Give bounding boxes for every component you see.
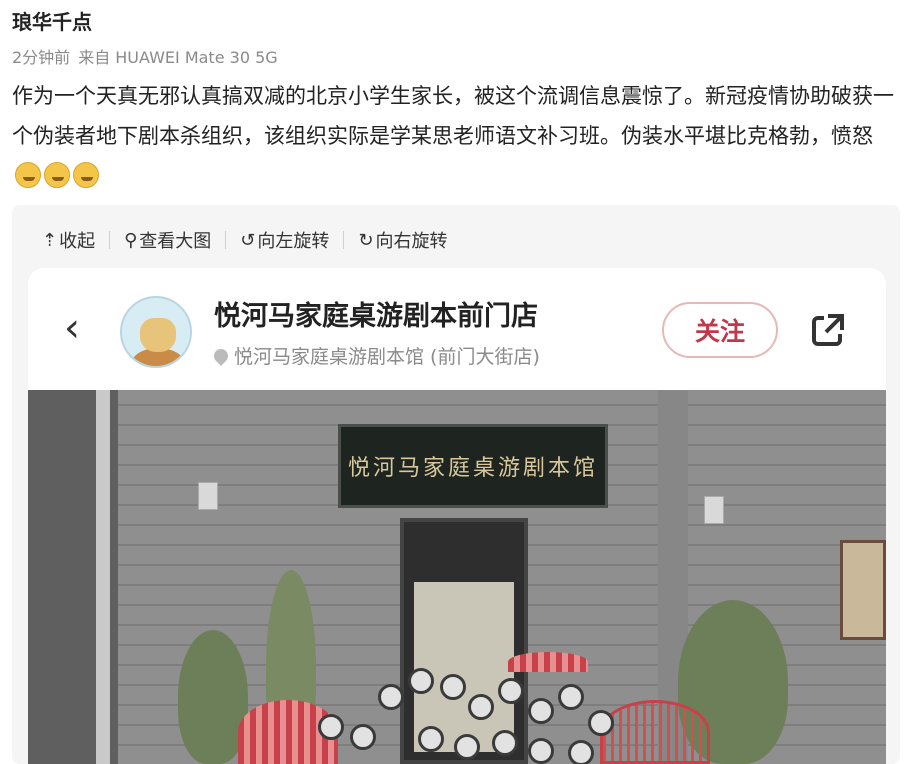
- side-poster: [840, 540, 886, 640]
- child: [408, 668, 434, 694]
- shop-sign-text: 悦河马家庭桌游剧本馆: [347, 456, 598, 481]
- avatar[interactable]: [120, 296, 192, 368]
- child: [492, 730, 518, 756]
- child: [498, 678, 524, 704]
- drain-pipe: [96, 390, 110, 764]
- chevron-left-icon[interactable]: ‹: [64, 308, 80, 348]
- rotate-left-icon: ↺: [240, 229, 256, 251]
- magnifier-icon: ⚲: [124, 229, 138, 251]
- post-body: 作为一个天真无邪认真搞双减的北京小学生家长，被这个流调信息震惊了。新冠疫情协助破…: [12, 76, 900, 196]
- shop-location-text: 悦河马家庭桌游剧本馆 (前门大街店): [234, 346, 540, 368]
- follow-button[interactable]: 关注: [662, 302, 778, 358]
- storefront-photo: 悦河马家庭桌游剧本馆: [28, 390, 886, 764]
- post-author[interactable]: 琅华千点: [12, 6, 92, 35]
- embedded-screenshot: ‹ 悦河马家庭桌游剧本前门店 悦河马家庭桌游剧本馆 (前门大街店) 关注 悦河马…: [28, 268, 886, 764]
- child: [454, 734, 480, 760]
- divider: [225, 231, 227, 249]
- child: [528, 738, 554, 764]
- collapse-button[interactable]: ⇡ 收起: [42, 227, 95, 253]
- pin-icon: [211, 345, 231, 366]
- shop-location[interactable]: 悦河马家庭桌游剧本馆 (前门大街店): [211, 342, 540, 369]
- child: [440, 674, 466, 700]
- rotate-left-button[interactable]: ↺ 向左旋转: [240, 227, 329, 253]
- child: [318, 714, 344, 740]
- post-time: 2分钟前: [12, 48, 71, 67]
- arrow-up-icon: ⇡: [42, 229, 58, 251]
- child: [468, 694, 494, 720]
- divider: [343, 231, 345, 249]
- crying-emoji-icon: [15, 162, 41, 188]
- wall-lamp: [198, 482, 218, 510]
- shop-name: 悦河马家庭桌游剧本前门店: [214, 301, 538, 332]
- child: [418, 726, 444, 752]
- rotate-right-icon: ↻: [358, 229, 374, 251]
- rotate-right-button[interactable]: ↻ 向右旋转: [358, 227, 447, 253]
- child: [568, 740, 594, 764]
- post-meta: 2分钟前 来自 HUAWEI Mate 30 5G: [12, 44, 286, 68]
- shop-sign: 悦河马家庭桌游剧本馆: [338, 424, 608, 508]
- grin-emoji-icon: [73, 162, 99, 188]
- view-large-button[interactable]: ⚲ 查看大图: [124, 227, 211, 253]
- post-source: 来自 HUAWEI Mate 30 5G: [78, 48, 278, 67]
- smirk-emoji-icon: [44, 162, 70, 188]
- child: [528, 698, 554, 724]
- child: [588, 710, 614, 736]
- child: [378, 684, 404, 710]
- wall-lamp: [704, 496, 724, 524]
- image-toolbar: ⇡ 收起 ⚲ 查看大图 ↺ 向左旋转 ↻ 向右旋转: [42, 227, 447, 253]
- child: [558, 684, 584, 710]
- share-out-icon[interactable]: [808, 310, 848, 350]
- group-of-children: [258, 654, 658, 764]
- child: [350, 724, 376, 750]
- post-text: 作为一个天真无邪认真搞双减的北京小学生家长，被这个流调信息震惊了。新冠疫情协助破…: [12, 84, 894, 148]
- divider: [109, 231, 111, 249]
- avatar-face: [140, 318, 176, 352]
